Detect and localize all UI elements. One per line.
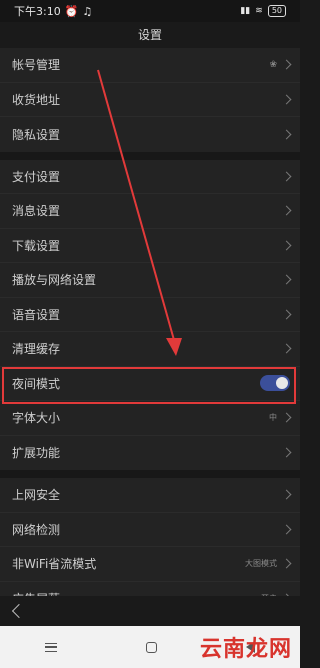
settings-item-label: 网络检测: [12, 522, 61, 537]
settings-item-clear-cache[interactable]: 清理缓存: [0, 332, 300, 367]
settings-item-extensions[interactable]: 扩展功能: [0, 436, 300, 471]
settings-item-messages[interactable]: 消息设置: [0, 194, 300, 229]
settings-item-font-size[interactable]: 字体大小 中: [0, 401, 300, 436]
home-icon[interactable]: [145, 641, 157, 653]
settings-item-label: 播放与网络设置: [12, 273, 97, 288]
settings-item-playback-network[interactable]: 播放与网络设置: [0, 263, 300, 298]
chevron-right-icon: [281, 274, 292, 285]
watermark-logo: 云南龙网: [199, 637, 292, 662]
settings-item-label: 帐号管理: [12, 58, 61, 73]
settings-item-label: 扩展功能: [12, 446, 61, 461]
settings-item-label: 清理缓存: [12, 342, 61, 357]
settings-item-label: 语音设置: [12, 307, 61, 322]
settings-group-general: 支付设置 消息设置 下载设置 播放与网络设置 语音设置 清理缓存 夜间模式 字体…: [0, 159, 300, 471]
settings-item-label: 字体大小: [12, 411, 61, 426]
alarm-icon: ⏰: [64, 4, 79, 18]
settings-item-label: 下载设置: [12, 238, 61, 253]
settings-item-label: 消息设置: [12, 204, 61, 219]
status-bar: 下午3:10 ⏰ ♫ ▮▮ ≋ 50: [0, 0, 300, 22]
battery-icon: 50: [267, 5, 286, 17]
chevron-right-icon: [281, 309, 292, 320]
group-divider: [0, 151, 300, 160]
settings-item-value: 中: [269, 413, 277, 423]
chevron-right-icon: [281, 447, 292, 458]
settings-item-label: 非WiFi省流模式: [12, 557, 97, 572]
chevron-right-icon: [281, 171, 292, 182]
settings-item-address[interactable]: 收货地址: [0, 83, 300, 117]
settings-list: 帐号管理 ❀ 收货地址 隐私设置 支付设置 消息设置 下载设置 播放与网络设置: [0, 48, 300, 616]
chevron-right-icon: [281, 489, 292, 500]
signal-icon: ▮▮: [240, 6, 251, 16]
page-title: 设置: [0, 22, 300, 46]
settings-item-payment[interactable]: 支付设置: [0, 160, 300, 194]
settings-item-voice[interactable]: 语音设置: [0, 298, 300, 332]
settings-item-label: 上网安全: [12, 488, 61, 503]
chevron-right-icon: [281, 240, 292, 251]
settings-item-data-saver[interactable]: 非WiFi省流模式 大图模式: [0, 547, 300, 582]
settings-item-label: 支付设置: [12, 169, 61, 184]
group-divider: [0, 470, 300, 478]
chevron-right-icon: [281, 343, 292, 354]
settings-item-download[interactable]: 下载设置: [0, 229, 300, 263]
paw-icon: ❀: [269, 59, 277, 70]
status-time: 下午3:10: [14, 5, 61, 18]
chevron-right-icon: [281, 59, 292, 70]
highlight-box: [2, 367, 296, 404]
chevron-right-icon: [281, 129, 292, 140]
chevron-right-icon: [281, 94, 292, 105]
chevron-right-icon: [281, 524, 292, 535]
settings-item-network-check[interactable]: 网络检测: [0, 513, 300, 547]
wifi-icon: ≋: [255, 6, 263, 16]
chevron-right-icon: [281, 412, 292, 423]
back-bar: [0, 596, 300, 626]
chevron-right-icon: [281, 205, 292, 216]
settings-group-account: 帐号管理 ❀ 收货地址 隐私设置: [0, 48, 300, 152]
menu-icon[interactable]: [44, 642, 57, 652]
headphone-icon: ♫: [82, 4, 93, 18]
settings-item-label: 隐私设置: [12, 127, 61, 142]
settings-item-account[interactable]: 帐号管理 ❀: [0, 48, 300, 83]
settings-item-label: 收货地址: [12, 92, 61, 107]
settings-item-safe-browsing[interactable]: 上网安全: [0, 478, 300, 513]
chevron-right-icon: [281, 558, 292, 569]
settings-item-privacy[interactable]: 隐私设置: [0, 117, 300, 152]
settings-item-value: 大图模式: [245, 559, 277, 569]
back-icon[interactable]: [11, 603, 27, 619]
